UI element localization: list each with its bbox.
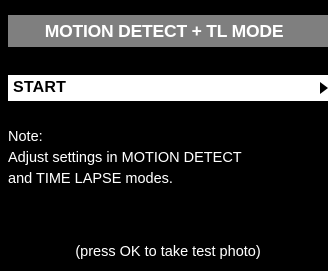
- right-arrow-icon: [320, 82, 328, 94]
- note-line: Adjust settings in MOTION DETECT: [8, 150, 242, 166]
- note-line: and TIME LAPSE modes.: [8, 171, 173, 187]
- note-heading: Note:: [8, 129, 43, 145]
- title-bar: MOTION DETECT + TL MODE: [8, 15, 328, 47]
- menu-item-start[interactable]: START: [8, 75, 328, 101]
- screen-title: MOTION DETECT + TL MODE: [44, 20, 284, 41]
- menu-item-label: START: [13, 79, 67, 96]
- note-block: Note: Adjust settings in MOTION DETECT a…: [8, 127, 326, 190]
- test-photo-hint: (press OK to take test photo): [75, 244, 261, 260]
